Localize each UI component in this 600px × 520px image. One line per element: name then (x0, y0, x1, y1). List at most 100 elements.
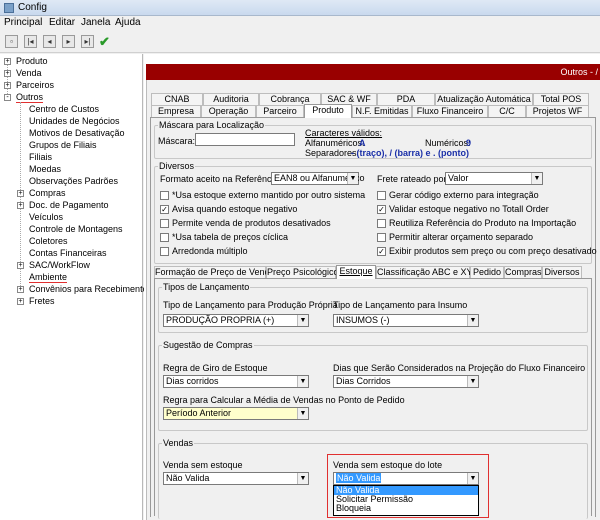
tree-item[interactable]: Motivos de Desativação (29, 128, 125, 138)
tab-parceiro[interactable]: Parceiro (256, 105, 304, 117)
insumo-select[interactable]: INSUMOS (-) ▼ (333, 314, 479, 327)
tree-item[interactable]: Unidades de Negócios (29, 116, 120, 126)
tab-empresa[interactable]: Empresa (151, 105, 201, 117)
expand-icon[interactable]: + (17, 190, 24, 197)
tab-total-pos[interactable]: Total POS (533, 93, 589, 105)
last-record-icon[interactable]: ▸| (81, 35, 94, 48)
expand-icon[interactable]: + (4, 82, 11, 89)
expand-icon[interactable]: + (17, 298, 24, 305)
checkbox[interactable] (377, 191, 386, 200)
chevron-down-icon[interactable]: ▼ (467, 473, 478, 484)
tree-item-ambiente[interactable]: Ambiente (29, 272, 68, 283)
subtab-preco-psicologico[interactable]: Preço Psicológico (266, 266, 339, 278)
menu-janela[interactable]: Janela (81, 17, 110, 28)
tab-projetos-wf[interactable]: Projetos WF (526, 105, 589, 117)
tree-item[interactable]: Coletores (29, 236, 68, 246)
tree-item[interactable]: Moedas (29, 164, 61, 174)
checkbox[interactable] (160, 233, 169, 242)
checkbox[interactable] (160, 247, 169, 256)
next-record-icon[interactable]: ▸ (62, 35, 75, 48)
collapse-icon[interactable]: - (4, 94, 11, 101)
checkbox[interactable] (377, 233, 386, 242)
checkbox[interactable] (160, 219, 169, 228)
tab-fluxo-financeiro[interactable]: Fluxo Financeiro (412, 105, 488, 117)
tree-item[interactable]: Fretes (29, 296, 55, 306)
tree-item[interactable]: Filiais (29, 152, 52, 162)
checkbox[interactable] (160, 191, 169, 200)
tab-operacao[interactable]: Operação (201, 105, 256, 117)
tree-item[interactable]: Contas Financeiras (29, 248, 107, 258)
lote-label: Venda sem estoque do lote (333, 460, 443, 470)
formato-label: Formato aceito na Referência (160, 174, 279, 184)
sem-estoque-select[interactable]: Não Valida ▼ (163, 472, 309, 485)
tree-item[interactable]: Doc. de Pagamento (29, 200, 109, 210)
navigation-tree: + Produto + Venda + Parceiros - Outros C… (0, 54, 159, 520)
dias-select[interactable]: Dias Corridos ▼ (333, 375, 479, 388)
tree-item[interactable]: Veículos (29, 212, 63, 222)
tree-item[interactable]: Centro de Custos (29, 104, 99, 114)
checkbox[interactable]: ✓ (377, 247, 386, 256)
expand-icon[interactable]: + (4, 70, 11, 77)
checkbox[interactable]: ✓ (160, 205, 169, 214)
menu-editar[interactable]: Editar (49, 17, 75, 28)
giro-select[interactable]: Dias corridos ▼ (163, 375, 309, 388)
header-title: Outros - / (560, 67, 598, 77)
select-value: Dias corridos (166, 376, 219, 386)
formato-select[interactable]: EAN8 ou Alfanumérico ▼ (271, 172, 365, 185)
chevron-down-icon[interactable]: ▼ (297, 473, 308, 484)
tree-item[interactable]: Grupos de Filiais (29, 140, 97, 150)
expand-icon[interactable]: + (4, 58, 11, 65)
tree-item[interactable]: Convênios para Recebimentos c (29, 284, 159, 294)
frete-select[interactable]: Valor ▼ (445, 172, 543, 185)
tree-item-venda[interactable]: Venda (16, 68, 42, 78)
tab-cnab[interactable]: CNAB (151, 93, 203, 105)
checkbox-label: Permitir alterar orçamento separado (389, 232, 534, 242)
mascara-input[interactable] (195, 133, 295, 146)
checkbox-label: Arredonda múltiplo (172, 246, 248, 256)
tree-item-produto[interactable]: Produto (16, 56, 48, 66)
subtab-diversos[interactable]: Diversos (542, 266, 582, 278)
tab-produto[interactable]: Produto (304, 104, 352, 118)
tree-item[interactable]: Controle de Montagens (29, 224, 123, 234)
expand-icon[interactable]: + (17, 202, 24, 209)
tab-pda[interactable]: PDA (377, 93, 435, 105)
expand-icon[interactable]: + (17, 286, 24, 293)
lote-select[interactable]: Não Valida ▼ (333, 472, 479, 485)
tab-nf-emitidas[interactable]: N.F. Emitidas (352, 105, 412, 117)
menu-ajuda[interactable]: Ajuda (115, 17, 141, 28)
chevron-down-icon[interactable]: ▼ (467, 376, 478, 387)
chevron-down-icon[interactable]: ▼ (531, 173, 542, 184)
chevron-down-icon[interactable]: ▼ (297, 408, 308, 419)
tree-item[interactable]: Compras (29, 188, 66, 198)
chevron-down-icon[interactable]: ▼ (467, 315, 478, 326)
num-value: 9 (466, 138, 472, 148)
prod-select[interactable]: PRODUÇÃO PROPRIA (+) ▼ (163, 314, 309, 327)
tab-auditoria[interactable]: Auditoria (203, 93, 259, 105)
insumo-label: Tipo de Lançamento para Insumo (333, 300, 468, 310)
tab-cc[interactable]: C/C (488, 105, 526, 117)
menu-principal[interactable]: Principal (4, 17, 42, 28)
confirm-check-icon[interactable]: ✔ (99, 34, 110, 50)
first-record-icon[interactable]: |◂ (24, 35, 37, 48)
subtab-classificacao[interactable]: Classificação ABC e XYZ (376, 266, 478, 278)
title-bar: Config (0, 0, 600, 16)
dropdown-option[interactable]: Bloqueia (334, 504, 478, 513)
tree-item[interactable]: SAC/WorkFlow (29, 260, 90, 270)
new-icon[interactable]: ▫ (5, 35, 18, 48)
tree-item-parceiros[interactable]: Parceiros (16, 80, 54, 90)
subtab-formacao-preco[interactable]: Formação de Preço de Venda (154, 266, 275, 278)
mascara-label: Máscara: (158, 136, 196, 146)
media-select[interactable]: Período Anterior ▼ (163, 407, 309, 420)
chevron-down-icon[interactable]: ▼ (297, 376, 308, 387)
subtab-pedido[interactable]: Pedido (470, 266, 504, 278)
checkbox[interactable]: ✓ (377, 205, 386, 214)
chevron-down-icon[interactable]: ▼ (297, 315, 308, 326)
checkbox[interactable] (377, 219, 386, 228)
tree-item[interactable]: Observações Padrões (29, 176, 118, 186)
previous-record-icon[interactable]: ◂ (43, 35, 56, 48)
subtab-compras[interactable]: Compras (504, 266, 542, 278)
chevron-down-icon[interactable]: ▼ (347, 173, 358, 184)
expand-icon[interactable]: + (17, 262, 24, 269)
subtab-estoque[interactable]: Estoque (336, 265, 376, 279)
tab-atualizacao[interactable]: Atualização Automática (435, 93, 533, 105)
